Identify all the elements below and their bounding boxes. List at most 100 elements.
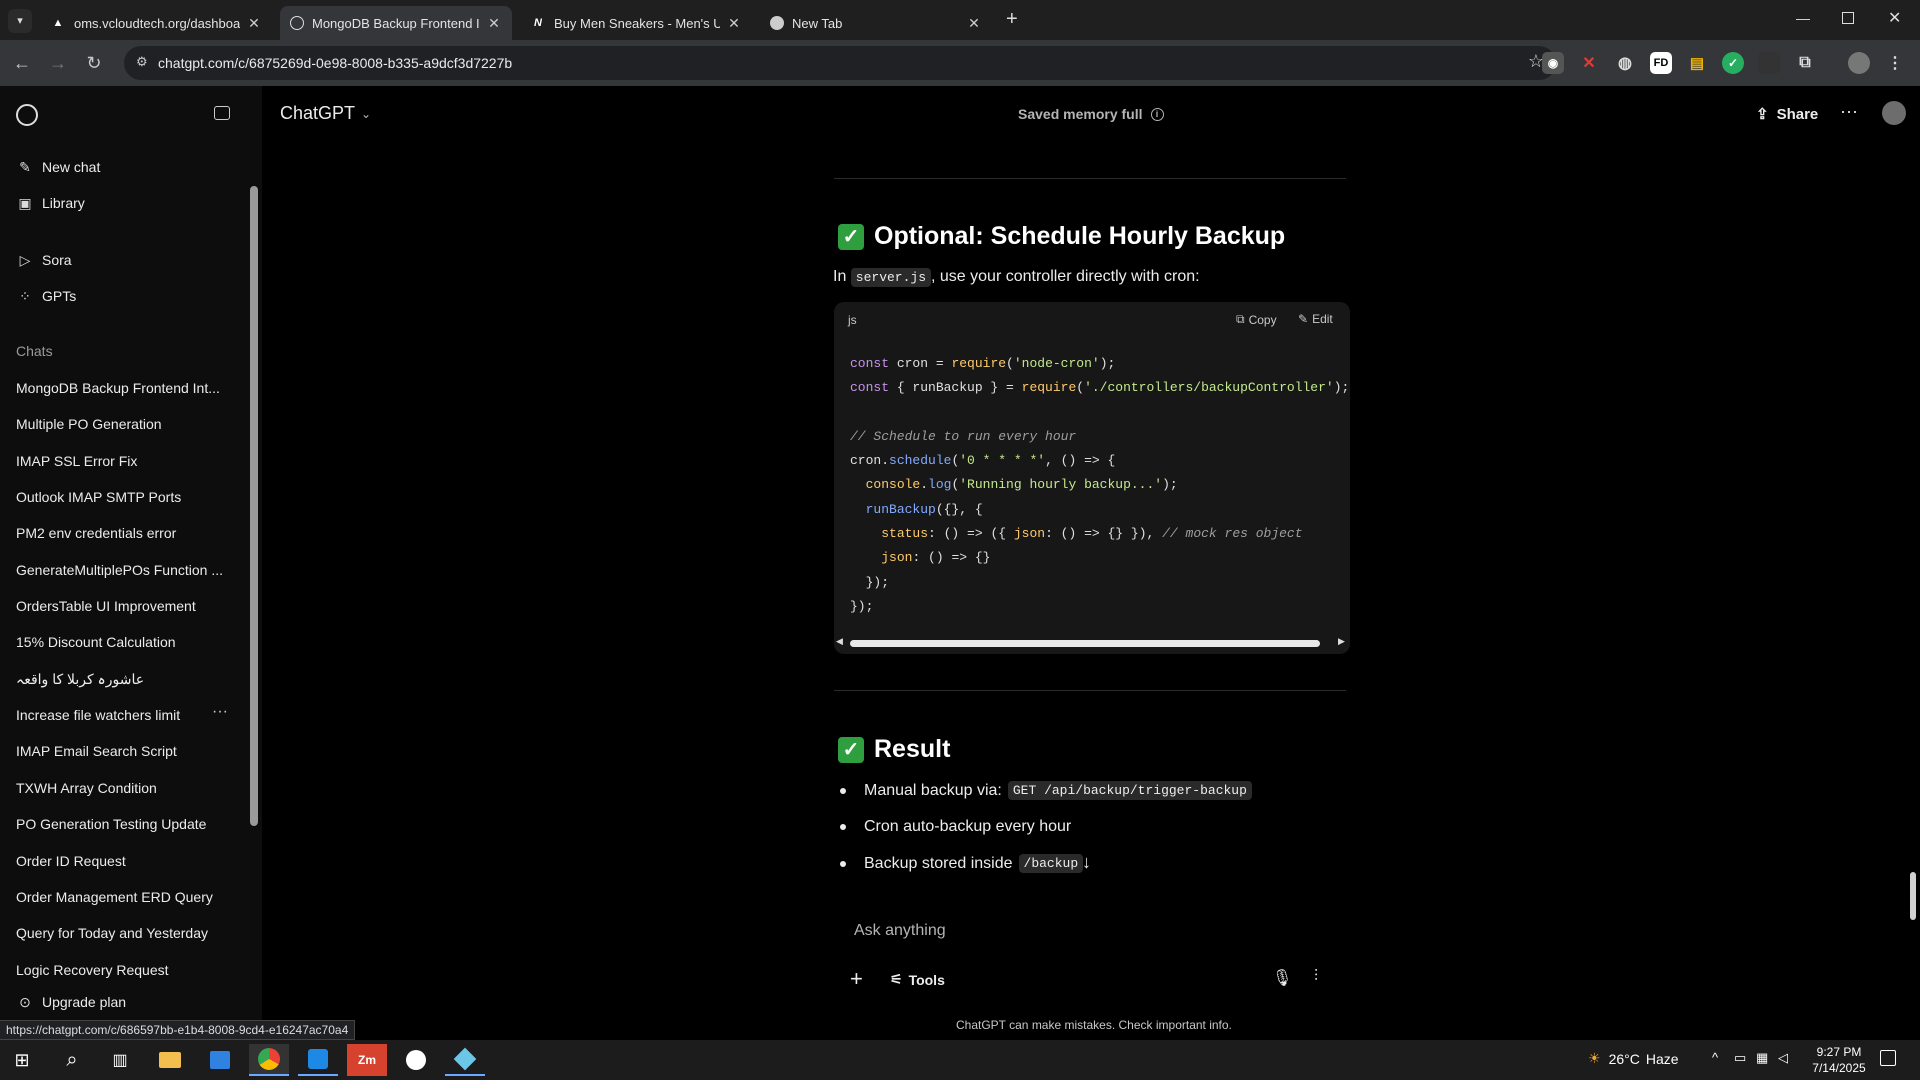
tab-mongodb-backup[interactable]: MongoDB Backup Frontend Int ✕ — [280, 6, 512, 40]
close-tab-icon[interactable]: ✕ — [486, 15, 502, 32]
tools-button[interactable]: ⚟ Tools — [890, 971, 945, 988]
chat-item[interactable]: OrdersTable UI Improvement — [16, 598, 236, 614]
address-bar[interactable]: ⚙ chatgpt.com/c/6875269d-0e98-8008-b335-… — [124, 46, 1556, 80]
extension-globe-icon[interactable]: ◍ — [1614, 52, 1636, 74]
chat-item[interactable]: IMAP SSL Error Fix — [16, 453, 236, 469]
new-tab-plus-icon[interactable]: + — [1006, 8, 1018, 31]
chat-item[interactable]: عاشورہ کربلا کا واقعہ — [16, 671, 236, 688]
chat-item[interactable]: IMAP Email Search Script — [16, 743, 236, 759]
browser-menu-icon[interactable]: ⋮ — [1884, 52, 1906, 74]
url-text[interactable]: chatgpt.com/c/6875269d-0e98-8008-b335-a9… — [158, 55, 512, 71]
extension-close-red-icon[interactable]: ✕ — [1578, 52, 1600, 74]
battery-icon[interactable]: ▭ — [1734, 1050, 1746, 1066]
file-explorer-icon[interactable] — [150, 1044, 190, 1076]
tab-new-tab[interactable]: New Tab ✕ — [760, 6, 992, 40]
sidebar-sora[interactable]: ▷ Sora — [16, 251, 72, 269]
main-scrollbar[interactable] — [1910, 872, 1916, 920]
site-info-icon[interactable]: ⚙ — [136, 54, 148, 70]
model-selector[interactable]: ChatGPT ⌄ — [280, 103, 371, 124]
microsoft-store-icon[interactable] — [200, 1044, 240, 1076]
scroll-right-arrow-icon[interactable]: ▶ — [1338, 636, 1345, 647]
paragraph-text: In — [833, 268, 847, 285]
chat-item[interactable]: Outlook IMAP SMTP Ports — [16, 489, 236, 505]
chat-item[interactable]: GenerateMultiplePOs Function ... — [16, 562, 236, 578]
attach-plus-icon[interactable]: + — [850, 966, 863, 992]
chat-item[interactable]: Order Management ERD Query — [16, 889, 236, 905]
sidebar-library[interactable]: ▣ Library — [16, 194, 84, 212]
windows-start-icon[interactable]: ⊞ — [2, 1044, 42, 1076]
browser-tab-bar: ▾ ▲ oms.vcloudtech.org/dashboard ✕ Mongo… — [0, 0, 1920, 40]
weather-widget[interactable]: ☀ 26°C Haze — [1588, 1050, 1679, 1067]
code-line: json: () => {} — [881, 550, 991, 565]
back-arrow-icon[interactable]: ← — [10, 51, 34, 75]
minimize-window-icon[interactable]: — — [1796, 10, 1810, 26]
chat-item[interactable]: Logic Recovery Request — [16, 962, 236, 978]
inline-code: GET /api/backup/trigger-backup — [1007, 781, 1252, 800]
restore-window-icon[interactable] — [1842, 12, 1854, 24]
more-options-icon[interactable]: ··· — [1840, 101, 1858, 122]
chat-item[interactable]: Query for Today and Yesterday — [16, 925, 236, 941]
share-button[interactable]: ⇪ Share — [1756, 105, 1818, 124]
toggle-sidebar-icon[interactable] — [214, 106, 230, 120]
chat-item[interactable]: MongoDB Backup Frontend Int... — [16, 380, 236, 396]
prompt-input[interactable]: Ask anything — [854, 922, 946, 940]
volume-icon[interactable]: ◁ — [1778, 1050, 1788, 1066]
task-view-icon[interactable]: ▥ — [100, 1044, 140, 1076]
notification-center-icon[interactable] — [1880, 1050, 1896, 1066]
upgrade-plan-button[interactable]: ⊙ Upgrade plan — [16, 993, 126, 1011]
sidebar-scrollbar[interactable] — [250, 186, 258, 826]
chat-item[interactable]: Multiple PO Generation — [16, 416, 236, 432]
chat-item[interactable]: 15% Discount Calculation — [16, 634, 236, 650]
sidebar-gpts[interactable]: ⁘ GPTs — [16, 287, 76, 305]
mongodb-compass-icon[interactable] — [396, 1044, 436, 1076]
chat-item[interactable]: Increase file watchers limit — [16, 707, 236, 723]
sidebar-new-chat[interactable]: ✎ New chat — [16, 158, 100, 176]
code-line: runBackup({}, { — [865, 502, 983, 517]
voice-mode-icon[interactable]: ⫶ — [1314, 968, 1318, 986]
network-icon[interactable]: ▦ — [1756, 1050, 1768, 1066]
tools-label: Tools — [908, 971, 945, 988]
extension-dark-icon[interactable] — [1758, 52, 1780, 74]
openai-logo-icon[interactable] — [16, 104, 38, 126]
code-line: status: () => ({ json: () => {} }), // m… — [881, 526, 1303, 541]
search-icon[interactable]: ⌕ — [52, 1044, 92, 1076]
extension-glasses-icon[interactable]: ◉ — [1542, 52, 1564, 74]
app-diamond-icon[interactable] — [445, 1044, 485, 1076]
extensions-puzzle-icon[interactable]: ⧉ — [1794, 52, 1816, 74]
tab-oms-dashboard[interactable]: ▲ oms.vcloudtech.org/dashboard ✕ — [40, 6, 272, 40]
scroll-to-bottom-arrow-icon[interactable]: ↓ — [1082, 852, 1091, 873]
close-tab-icon[interactable]: ✕ — [246, 15, 262, 32]
bullet-text: Manual backup via: — [864, 781, 1002, 799]
extension-green-icon[interactable]: ✓ — [1722, 52, 1744, 74]
chrome-icon[interactable] — [249, 1044, 289, 1076]
chat-item[interactable]: PO Generation Testing Update — [16, 816, 236, 832]
user-avatar[interactable] — [1882, 101, 1906, 125]
extension-briefcase-icon[interactable]: ▤ — [1686, 52, 1708, 74]
info-icon[interactable]: i — [1150, 107, 1164, 121]
copy-code-button[interactable]: ⧉ Copy — [1236, 312, 1277, 327]
section-heading-result: ✓ Result — [838, 735, 950, 764]
microphone-icon[interactable]: 🎙 — [1272, 968, 1292, 988]
forward-arrow-icon[interactable]: → — [46, 51, 70, 75]
chat-item[interactable]: PM2 env credentials error — [16, 525, 236, 541]
vscode-icon[interactable] — [298, 1044, 338, 1076]
close-tab-icon[interactable]: ✕ — [966, 15, 982, 32]
paragraph-text: , use your controller directly with cron… — [931, 268, 1200, 285]
clock[interactable]: 9:27 PM 7/14/2025 — [1804, 1044, 1874, 1076]
chat-item[interactable]: Order ID Request — [16, 853, 236, 869]
code-horizontal-scrollbar[interactable] — [850, 640, 1320, 647]
tab-men-sneakers[interactable]: N Buy Men Sneakers - Men's Urba ✕ — [520, 6, 752, 40]
tab-search-button[interactable]: ▾ — [8, 9, 32, 33]
chat-options-icon[interactable]: ··· — [212, 703, 228, 721]
edit-code-button[interactable]: ✎ Edit — [1298, 312, 1333, 326]
extension-fd-icon[interactable]: FD — [1650, 52, 1672, 74]
close-tab-icon[interactable]: ✕ — [726, 15, 742, 32]
scroll-left-arrow-icon[interactable]: ◀ — [836, 636, 843, 647]
zoom-app-icon[interactable]: Zm — [347, 1044, 387, 1076]
close-window-icon[interactable]: ✕ — [1888, 8, 1901, 28]
chat-item[interactable]: TXWH Array Condition — [16, 780, 236, 796]
tray-chevron-icon[interactable]: ^ — [1712, 1050, 1718, 1065]
profile-avatar-icon[interactable] — [1848, 52, 1870, 74]
reload-icon[interactable]: ↻ — [82, 51, 106, 75]
memory-status: Saved memory full i — [1018, 106, 1164, 122]
